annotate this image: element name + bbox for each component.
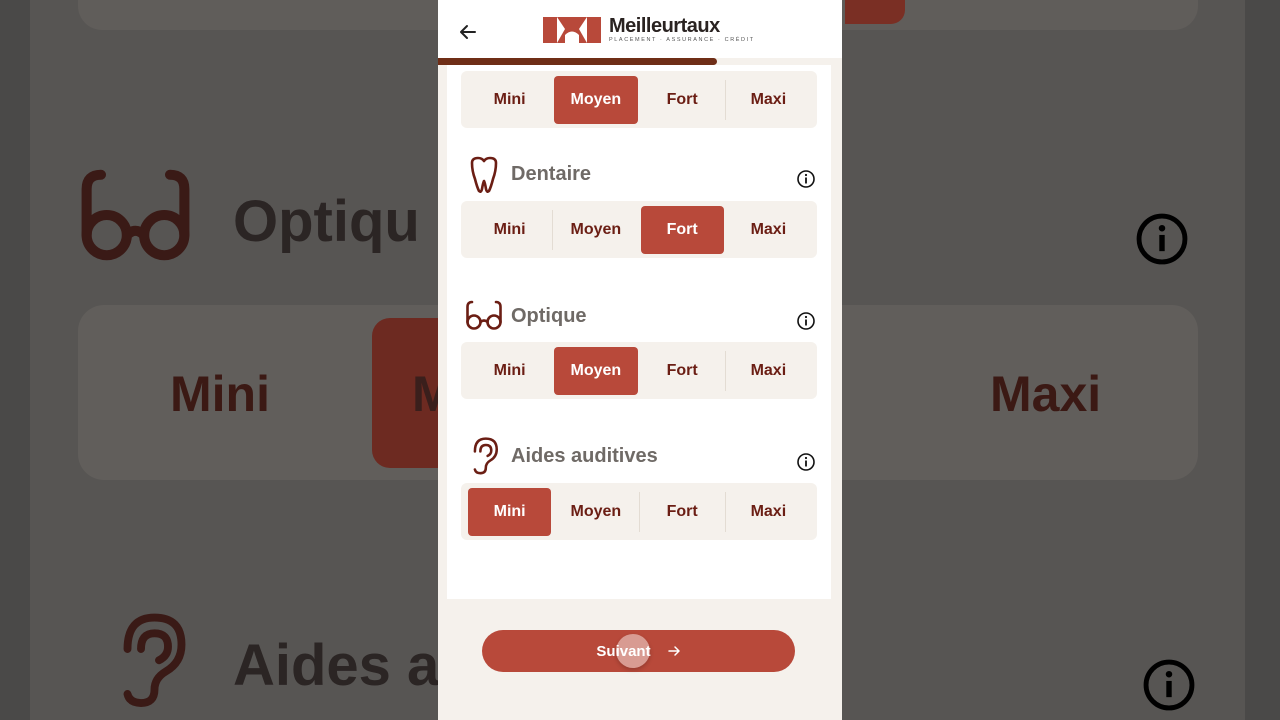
option-fort[interactable]: Fort bbox=[640, 205, 724, 254]
back-button[interactable] bbox=[456, 20, 480, 44]
option-mini[interactable]: Mini bbox=[468, 76, 551, 124]
touch-indicator bbox=[616, 634, 650, 668]
brand-name: Meilleurtaux bbox=[609, 15, 720, 37]
option-fort[interactable]: Fort bbox=[641, 347, 724, 395]
ear-icon bbox=[123, 613, 186, 707]
brand-tagline: PLACEMENT · ASSURANCE · CRÉDIT bbox=[609, 37, 755, 43]
option-maxi[interactable]: Maxi bbox=[727, 76, 810, 124]
option-maxi[interactable]: Maxi bbox=[727, 347, 810, 395]
form-content: Mini Moyen Fort Maxi Dentaire Mini Moyen Fort… bbox=[447, 65, 831, 599]
level-selector-optique: Mini Moyen Fort Maxi bbox=[461, 342, 817, 399]
progress-bar bbox=[438, 58, 842, 65]
glasses-icon bbox=[81, 169, 190, 261]
option-mini[interactable]: Mini bbox=[468, 487, 552, 536]
app-header: Meilleurtaux PLACEMENT · ASSURANCE · CRÉ… bbox=[438, 0, 842, 62]
level-selector-dentaire: Mini Moyen Fort Maxi bbox=[461, 201, 817, 258]
ear-icon bbox=[473, 437, 499, 475]
option-divider bbox=[638, 491, 640, 532]
option-divider bbox=[724, 350, 726, 391]
logo-mark-icon bbox=[543, 17, 601, 43]
option-divider bbox=[724, 491, 726, 532]
background-optique-label: Optiqu bbox=[233, 189, 420, 254]
option-fort[interactable]: Fort bbox=[641, 488, 724, 536]
glasses-icon bbox=[466, 300, 502, 330]
phone-screen: Meilleurtaux PLACEMENT · ASSURANCE · CRÉ… bbox=[438, 0, 842, 720]
category-title-dentaire: Dentaire bbox=[511, 163, 592, 185]
background-maxi-label: Maxi bbox=[990, 366, 1102, 422]
option-moyen[interactable]: Moyen bbox=[554, 346, 638, 395]
arrow-left-icon bbox=[460, 25, 476, 39]
level-selector-aides-auditives: Mini Moyen Fort Maxi bbox=[461, 483, 817, 540]
option-moyen[interactable]: Moyen bbox=[554, 75, 638, 124]
progress-fill bbox=[438, 58, 717, 65]
background-topbar-accent bbox=[845, 0, 905, 24]
brand-logo[interactable]: Meilleurtaux PLACEMENT · ASSURANCE · CRÉ… bbox=[543, 16, 755, 44]
info-icon[interactable] bbox=[796, 452, 816, 472]
option-mini[interactable]: Mini bbox=[468, 347, 551, 395]
category-title-optique: Optique bbox=[511, 305, 587, 327]
level-selector-top: Mini Moyen Fort Maxi bbox=[461, 71, 817, 128]
option-moyen[interactable]: Moyen bbox=[554, 488, 637, 536]
info-icon bbox=[1136, 213, 1188, 265]
option-divider bbox=[552, 209, 554, 250]
category-title-aides-auditives: Aides auditives bbox=[511, 445, 658, 467]
option-maxi[interactable]: Maxi bbox=[727, 488, 810, 536]
option-maxi[interactable]: Maxi bbox=[727, 206, 810, 254]
info-icon bbox=[1143, 659, 1195, 711]
option-fort[interactable]: Fort bbox=[641, 76, 724, 124]
option-mini[interactable]: Mini bbox=[468, 206, 551, 254]
tooth-icon bbox=[470, 156, 498, 193]
option-divider bbox=[724, 79, 726, 120]
arrow-right-icon bbox=[667, 644, 681, 658]
background-aides-partial: Aides a bbox=[233, 633, 440, 698]
option-moyen[interactable]: Moyen bbox=[554, 206, 637, 254]
background-mini-label: Mini bbox=[170, 366, 270, 422]
info-icon[interactable] bbox=[796, 311, 816, 331]
info-icon[interactable] bbox=[796, 169, 816, 189]
